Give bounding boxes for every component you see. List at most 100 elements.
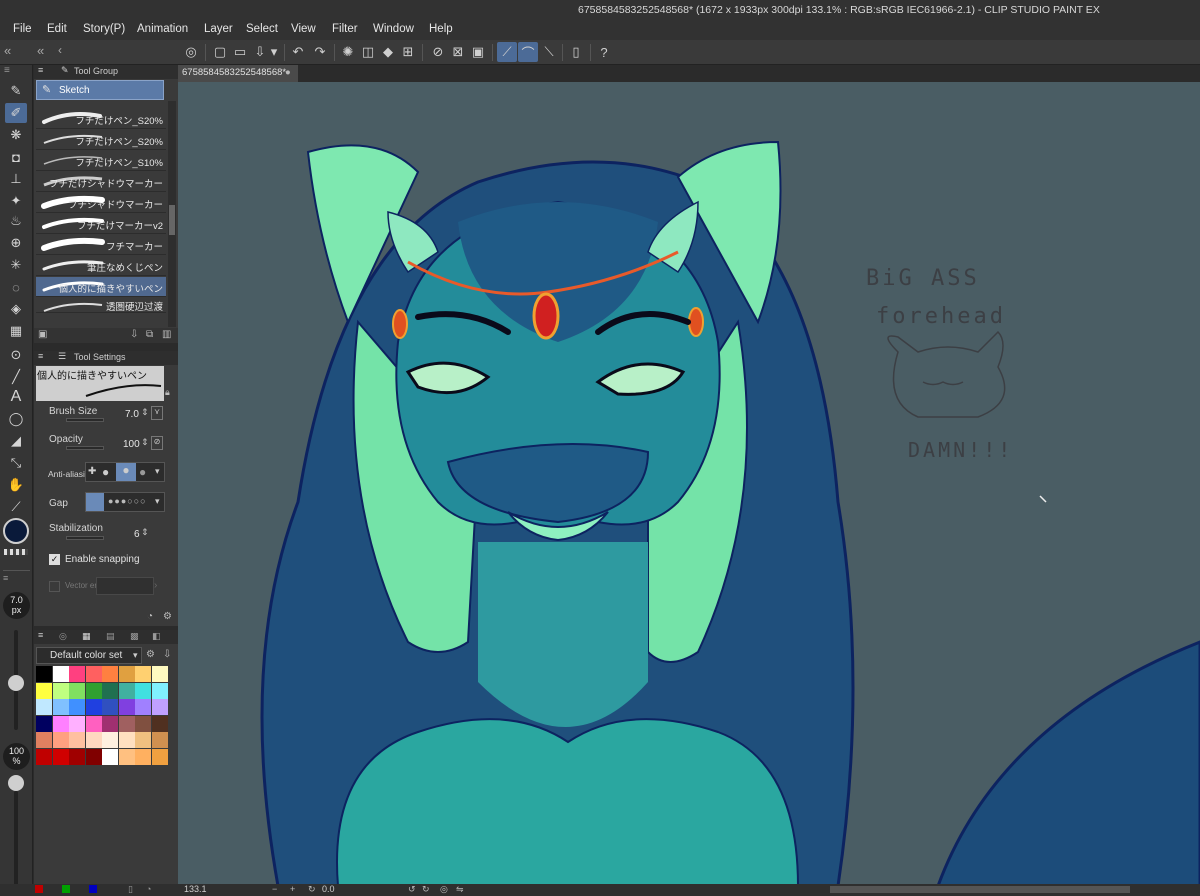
gap-selector[interactable]: ●●●○○○ ▾ (85, 492, 165, 512)
gap-selected-icon[interactable] (86, 493, 104, 511)
horizontal-scrollbar[interactable] (830, 886, 1130, 893)
color-swatch[interactable] (69, 715, 85, 732)
figure-tool-icon[interactable]: ⊕ (5, 233, 27, 253)
menu-view[interactable]: View (291, 23, 316, 35)
color-set-tab-icon[interactable]: ▦ (82, 631, 91, 642)
color-swatch[interactable] (85, 732, 102, 748)
color-swatch[interactable] (36, 748, 52, 765)
color-swatch[interactable] (52, 732, 69, 748)
frame-tool-icon[interactable]: ◢ (5, 431, 27, 451)
open-file-icon[interactable]: ▭ (230, 42, 250, 62)
color-swatch[interactable] (36, 682, 52, 699)
antialias-medium-icon[interactable]: ● (116, 463, 136, 481)
color-swatch[interactable] (52, 699, 69, 715)
text-tool-icon[interactable]: A (5, 387, 27, 407)
snap-to-grid-icon[interactable]: ⟍ (539, 42, 559, 62)
color-swatch[interactable] (118, 748, 135, 765)
color-swatch[interactable] (52, 748, 69, 765)
lock-icon[interactable]: ◔ (146, 884, 151, 894)
opacity-slider[interactable] (66, 446, 104, 450)
collapse-panel-icon[interactable]: « (37, 43, 44, 58)
rotate-left-icon[interactable]: ↺ (408, 884, 416, 895)
color-swatch[interactable] (151, 748, 168, 765)
line-tool-icon[interactable]: ╱ (5, 367, 27, 387)
sub-tool-row[interactable]: フチだけペン_S20% (36, 109, 166, 129)
sub-tool-row[interactable]: フチマーカー (36, 235, 166, 255)
color-swatch[interactable] (102, 682, 118, 699)
decoration-tool-icon[interactable]: ✦ (5, 191, 27, 211)
stepper-icon[interactable]: ⇕ (141, 407, 149, 418)
antialias-none-icon[interactable]: ✚ (88, 466, 96, 477)
zoom-out-icon[interactable]: − (272, 884, 277, 894)
color-swatch[interactable] (52, 715, 69, 732)
sub-tool-settings-icon[interactable]: ▣ (38, 329, 47, 340)
pencil-tool-icon[interactable]: ✐ (5, 103, 27, 123)
menu-edit[interactable]: Edit (47, 23, 67, 35)
color-swatch[interactable] (151, 682, 168, 699)
pen-tool-icon[interactable]: ✎ (5, 81, 27, 101)
color-swatch[interactable] (36, 666, 52, 682)
color-swatch[interactable] (69, 732, 85, 748)
blend-tool-icon[interactable]: ⊥ (5, 169, 27, 189)
pressure-icon[interactable]: ⋎ (151, 406, 163, 420)
menu-filter[interactable]: Filter (332, 23, 358, 35)
deselect-icon[interactable]: ⊘ (428, 42, 448, 62)
color-wheel-tab-icon[interactable]: ◎ (59, 631, 67, 642)
color-swatch[interactable] (118, 699, 135, 715)
sub-tool-row-selected[interactable]: 個人的に描きやすいペン (36, 277, 166, 297)
sub-tool-row[interactable]: フチだけペン_S10% (36, 151, 166, 171)
menu-icon[interactable]: ≡ (3, 573, 8, 583)
lock-icon[interactable]: 🔒︎ (165, 387, 170, 398)
device-icon[interactable]: ▯ (566, 42, 586, 62)
fill-tool-icon[interactable]: ◈ (5, 299, 27, 319)
color-swatch[interactable] (69, 748, 85, 765)
color-swatch[interactable] (102, 732, 118, 748)
brush-size-value[interactable]: 7.0 (125, 409, 139, 420)
duplicate-icon[interactable]: ⧉ (146, 329, 153, 340)
reset-icon[interactable]: ◔ (147, 611, 153, 622)
stabilization-slider[interactable] (66, 536, 104, 540)
color-swatch[interactable] (85, 715, 102, 732)
sub-tool-row[interactable]: 筆圧なめくじペン (36, 256, 166, 276)
menu-story[interactable]: Story(P) (83, 23, 125, 35)
canvas-area[interactable]: BiG ASS forehead DAMN!!! (178, 82, 1200, 886)
menu-icon[interactable]: ≡ (38, 630, 43, 640)
fill-icon[interactable]: ◆ (378, 42, 398, 62)
modified-dot-icon[interactable]: ● (285, 67, 291, 78)
vector-eraser-options[interactable] (96, 577, 154, 595)
transform-icon[interactable]: ⊞ (398, 42, 418, 62)
menu-layer[interactable]: Layer (204, 23, 233, 35)
blue-channel-icon[interactable] (89, 885, 97, 893)
chevron-right-icon[interactable]: › (154, 580, 157, 591)
color-swatch[interactable] (118, 715, 135, 732)
color-swatch[interactable] (118, 732, 135, 748)
chevron-down-icon[interactable]: ▾ (133, 650, 138, 661)
airbrush-tool-icon[interactable]: ♨ (5, 211, 27, 231)
clear-outside-icon[interactable]: ◫ (358, 42, 378, 62)
undo-icon[interactable]: ↶ (288, 42, 308, 62)
color-swatch[interactable] (69, 699, 85, 715)
flip-horizontal-icon[interactable]: ⇋ (456, 884, 464, 895)
color-swatch[interactable] (118, 666, 135, 682)
clip-studio-logo-icon[interactable]: ◎ (181, 42, 201, 62)
opacity-slider-track[interactable] (14, 791, 18, 891)
main-color-swatch[interactable] (3, 518, 29, 544)
color-swatch[interactable] (135, 748, 151, 765)
menu-select[interactable]: Select (246, 23, 278, 35)
color-swatch[interactable] (102, 715, 118, 732)
hand-tool-icon[interactable]: ✋ (5, 475, 27, 495)
artwork-canvas[interactable] (178, 82, 1200, 886)
invert-selection-icon[interactable]: ⊠ (448, 42, 468, 62)
brush-size-slider[interactable] (66, 418, 104, 422)
redo-icon[interactable]: ↷ (310, 42, 330, 62)
gradient-tool-icon[interactable]: ▦ (5, 321, 27, 341)
color-swatch[interactable] (118, 682, 135, 699)
settings-wrench-icon[interactable]: ⚙ (146, 649, 155, 660)
color-swatch[interactable] (102, 748, 118, 765)
menu-icon[interactable]: ≡ (38, 351, 43, 361)
menu-icon[interactable]: ≡ (4, 65, 10, 76)
menu-file[interactable]: File (13, 23, 32, 35)
color-swatch[interactable] (36, 732, 52, 748)
sub-tool-row[interactable]: フチだけマーカーv2 (36, 214, 166, 234)
color-swatch[interactable] (151, 699, 168, 715)
